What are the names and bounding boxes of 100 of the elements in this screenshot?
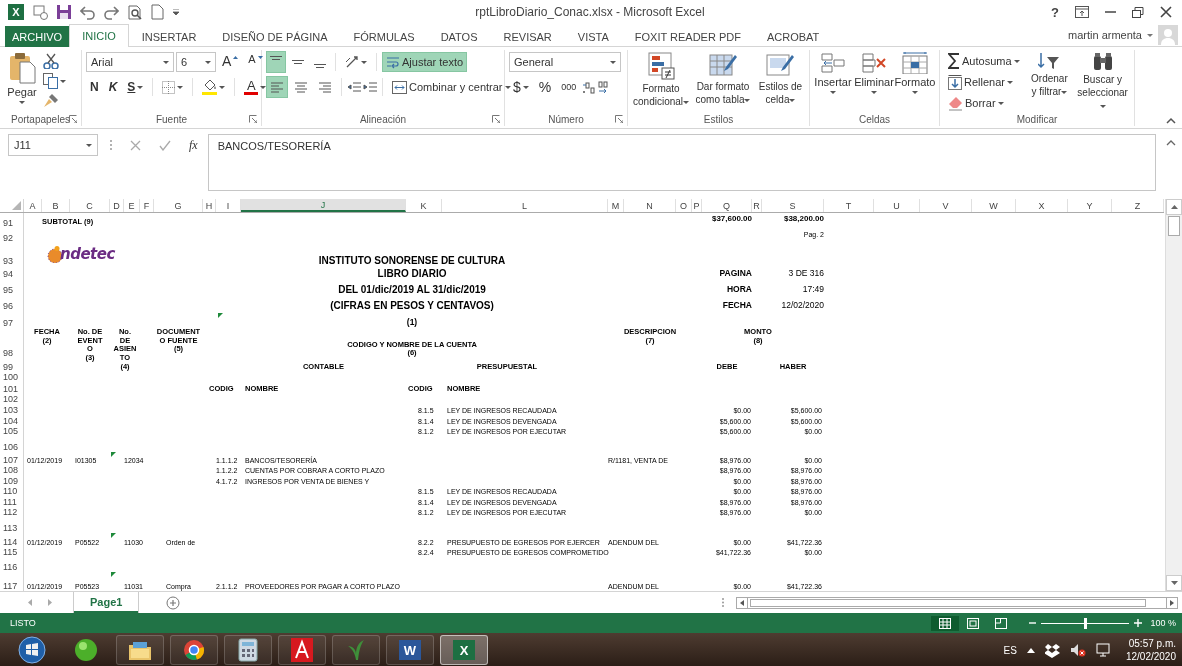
column-header[interactable]: R <box>752 199 762 212</box>
row-header[interactable]: 113 <box>0 517 24 533</box>
column-header[interactable]: D <box>110 199 124 212</box>
print-preview-icon[interactable] <box>128 4 142 20</box>
ribbon-tab[interactable]: INICIO <box>69 24 129 47</box>
dialog-launcher-icon[interactable] <box>492 115 500 123</box>
column-header[interactable]: M <box>608 199 624 212</box>
box-icon[interactable] <box>1044 642 1060 658</box>
row-header[interactable]: 102 <box>0 394 24 404</box>
font-color-button[interactable]: A <box>240 77 271 97</box>
zoom-slider-thumb[interactable] <box>1084 617 1088 629</box>
sort-filter-button[interactable]: Ordenar y filtrar <box>1026 51 1073 99</box>
row-header[interactable]: 108 <box>0 465 24 475</box>
column-header[interactable]: Q <box>702 199 752 212</box>
column-header[interactable]: O <box>676 199 692 212</box>
ribbon-tab[interactable]: FÓRMULAS <box>340 26 428 47</box>
restore-icon[interactable] <box>1132 6 1144 18</box>
ribbon-tab[interactable]: VISTA <box>564 26 622 47</box>
help-button[interactable]: ? <box>1051 4 1059 20</box>
row-header[interactable]: 105 <box>0 426 24 436</box>
row-header[interactable]: 104 <box>0 415 24 426</box>
zoom-level[interactable]: 100 % <box>1150 618 1176 628</box>
view-button[interactable] <box>931 615 960 631</box>
collapse-ribbon-icon[interactable] <box>1166 117 1176 124</box>
show-hidden-icons-icon[interactable] <box>1026 647 1035 653</box>
column-header[interactable]: U <box>874 199 920 212</box>
zoom-in-icon[interactable] <box>1134 619 1143 627</box>
column-header[interactable]: L <box>442 199 608 212</box>
formula-field[interactable]: BANCOS/TESORERÍA <box>207 134 1156 191</box>
column-header[interactable]: C <box>70 199 110 212</box>
column-header[interactable]: H <box>203 199 216 212</box>
redo-icon[interactable] <box>104 4 119 20</box>
scroll-left-icon[interactable] <box>740 599 744 606</box>
clock-time[interactable]: 05:57 p.m. <box>1128 637 1176 650</box>
row-header[interactable]: 114 <box>0 533 24 547</box>
insert-function-button[interactable]: fx <box>189 137 198 153</box>
row-header[interactable]: 100 <box>0 372 24 382</box>
row-header[interactable]: 93 <box>0 243 24 266</box>
row-header[interactable]: 111 <box>0 496 24 507</box>
autosum-button[interactable]: Autosuma <box>944 51 1024 71</box>
column-header[interactable]: Z <box>1112 199 1164 212</box>
paste-button[interactable]: Pegar <box>4 51 40 105</box>
volume-muted-icon[interactable] <box>1069 643 1086 657</box>
copy-icon[interactable] <box>43 73 58 89</box>
insert-button[interactable]: Insertar <box>814 51 852 95</box>
clock-date[interactable]: 12/02/2020 <box>1125 650 1176 663</box>
row-header[interactable]: 110 <box>0 486 24 496</box>
row-header[interactable]: 112 <box>0 507 24 517</box>
row-header[interactable]: 107 <box>0 452 24 465</box>
clear-button[interactable]: Borrar <box>944 93 1024 113</box>
ribbon-tab[interactable]: FOXIT READER PDF <box>621 26 754 47</box>
row-header[interactable]: 116 <box>0 557 24 572</box>
user-name[interactable]: martin armenta <box>1068 29 1142 41</box>
bold-button[interactable]: N <box>86 77 103 97</box>
column-header[interactable]: J <box>241 199 406 212</box>
find-select-button[interactable]: Buscar y seleccionar <box>1075 51 1130 113</box>
name-box[interactable]: J11 <box>8 134 98 156</box>
row-header[interactable]: 94 <box>0 266 24 279</box>
column-header[interactable]: V <box>920 199 972 212</box>
decrease-decimal-icon[interactable] <box>597 80 610 94</box>
format-button[interactable]: Formato <box>896 51 934 95</box>
row-header[interactable]: 95 <box>0 279 24 295</box>
dialog-launcher-icon[interactable] <box>615 115 623 123</box>
column-header[interactable]: W <box>972 199 1016 212</box>
close-icon[interactable] <box>1160 6 1172 18</box>
cell-styles-button[interactable]: Estilos de celda <box>755 51 805 107</box>
ribbon-tab[interactable]: INSERTAR <box>128 26 210 47</box>
taskbar-button[interactable] <box>170 635 218 665</box>
sheet-tab[interactable]: Page1 <box>74 592 139 613</box>
thousands-button[interactable]: 000 <box>557 77 581 97</box>
column-header[interactable]: G <box>154 199 203 212</box>
taskbar-button[interactable] <box>224 635 272 665</box>
cut-icon[interactable] <box>43 53 59 69</box>
ribbon-tab[interactable]: REVISAR <box>490 26 565 47</box>
row-header[interactable]: 92 <box>0 228 24 243</box>
dialog-launcher-icon[interactable] <box>69 115 77 123</box>
ribbon-tab[interactable]: ACROBAT <box>753 26 833 47</box>
new-document-icon[interactable] <box>151 4 164 20</box>
fill-button[interactable]: Rellenar <box>944 72 1024 92</box>
scroll-right-icon[interactable] <box>1170 599 1174 606</box>
row-header[interactable]: 115 <box>0 547 24 557</box>
currency-button[interactable]: $ <box>509 77 533 97</box>
taskbar-button[interactable] <box>278 635 326 665</box>
shrink-font-button[interactable]: A <box>244 52 267 72</box>
scrollbar-thumb[interactable] <box>1168 216 1180 236</box>
scroll-up-icon[interactable] <box>1170 205 1178 209</box>
undo-icon[interactable] <box>80 4 95 20</box>
format-painter-icon[interactable] <box>43 93 59 109</box>
column-header[interactable]: B <box>42 199 70 212</box>
vertical-scrollbar[interactable] <box>1165 199 1182 591</box>
row-header[interactable]: 91 <box>0 213 24 228</box>
vertical-align-button[interactable] <box>266 51 286 73</box>
grow-font-button[interactable]: A <box>218 52 243 72</box>
ribbon-tab[interactable]: ARCHIVO <box>5 26 70 47</box>
ribbon-tab[interactable]: DATOS <box>427 26 491 47</box>
language-indicator[interactable]: ES <box>1003 644 1017 656</box>
row-header[interactable]: 106 <box>0 436 24 452</box>
column-header[interactable]: S <box>762 199 824 212</box>
percent-button[interactable]: % <box>534 77 556 97</box>
column-header[interactable]: N <box>624 199 676 212</box>
